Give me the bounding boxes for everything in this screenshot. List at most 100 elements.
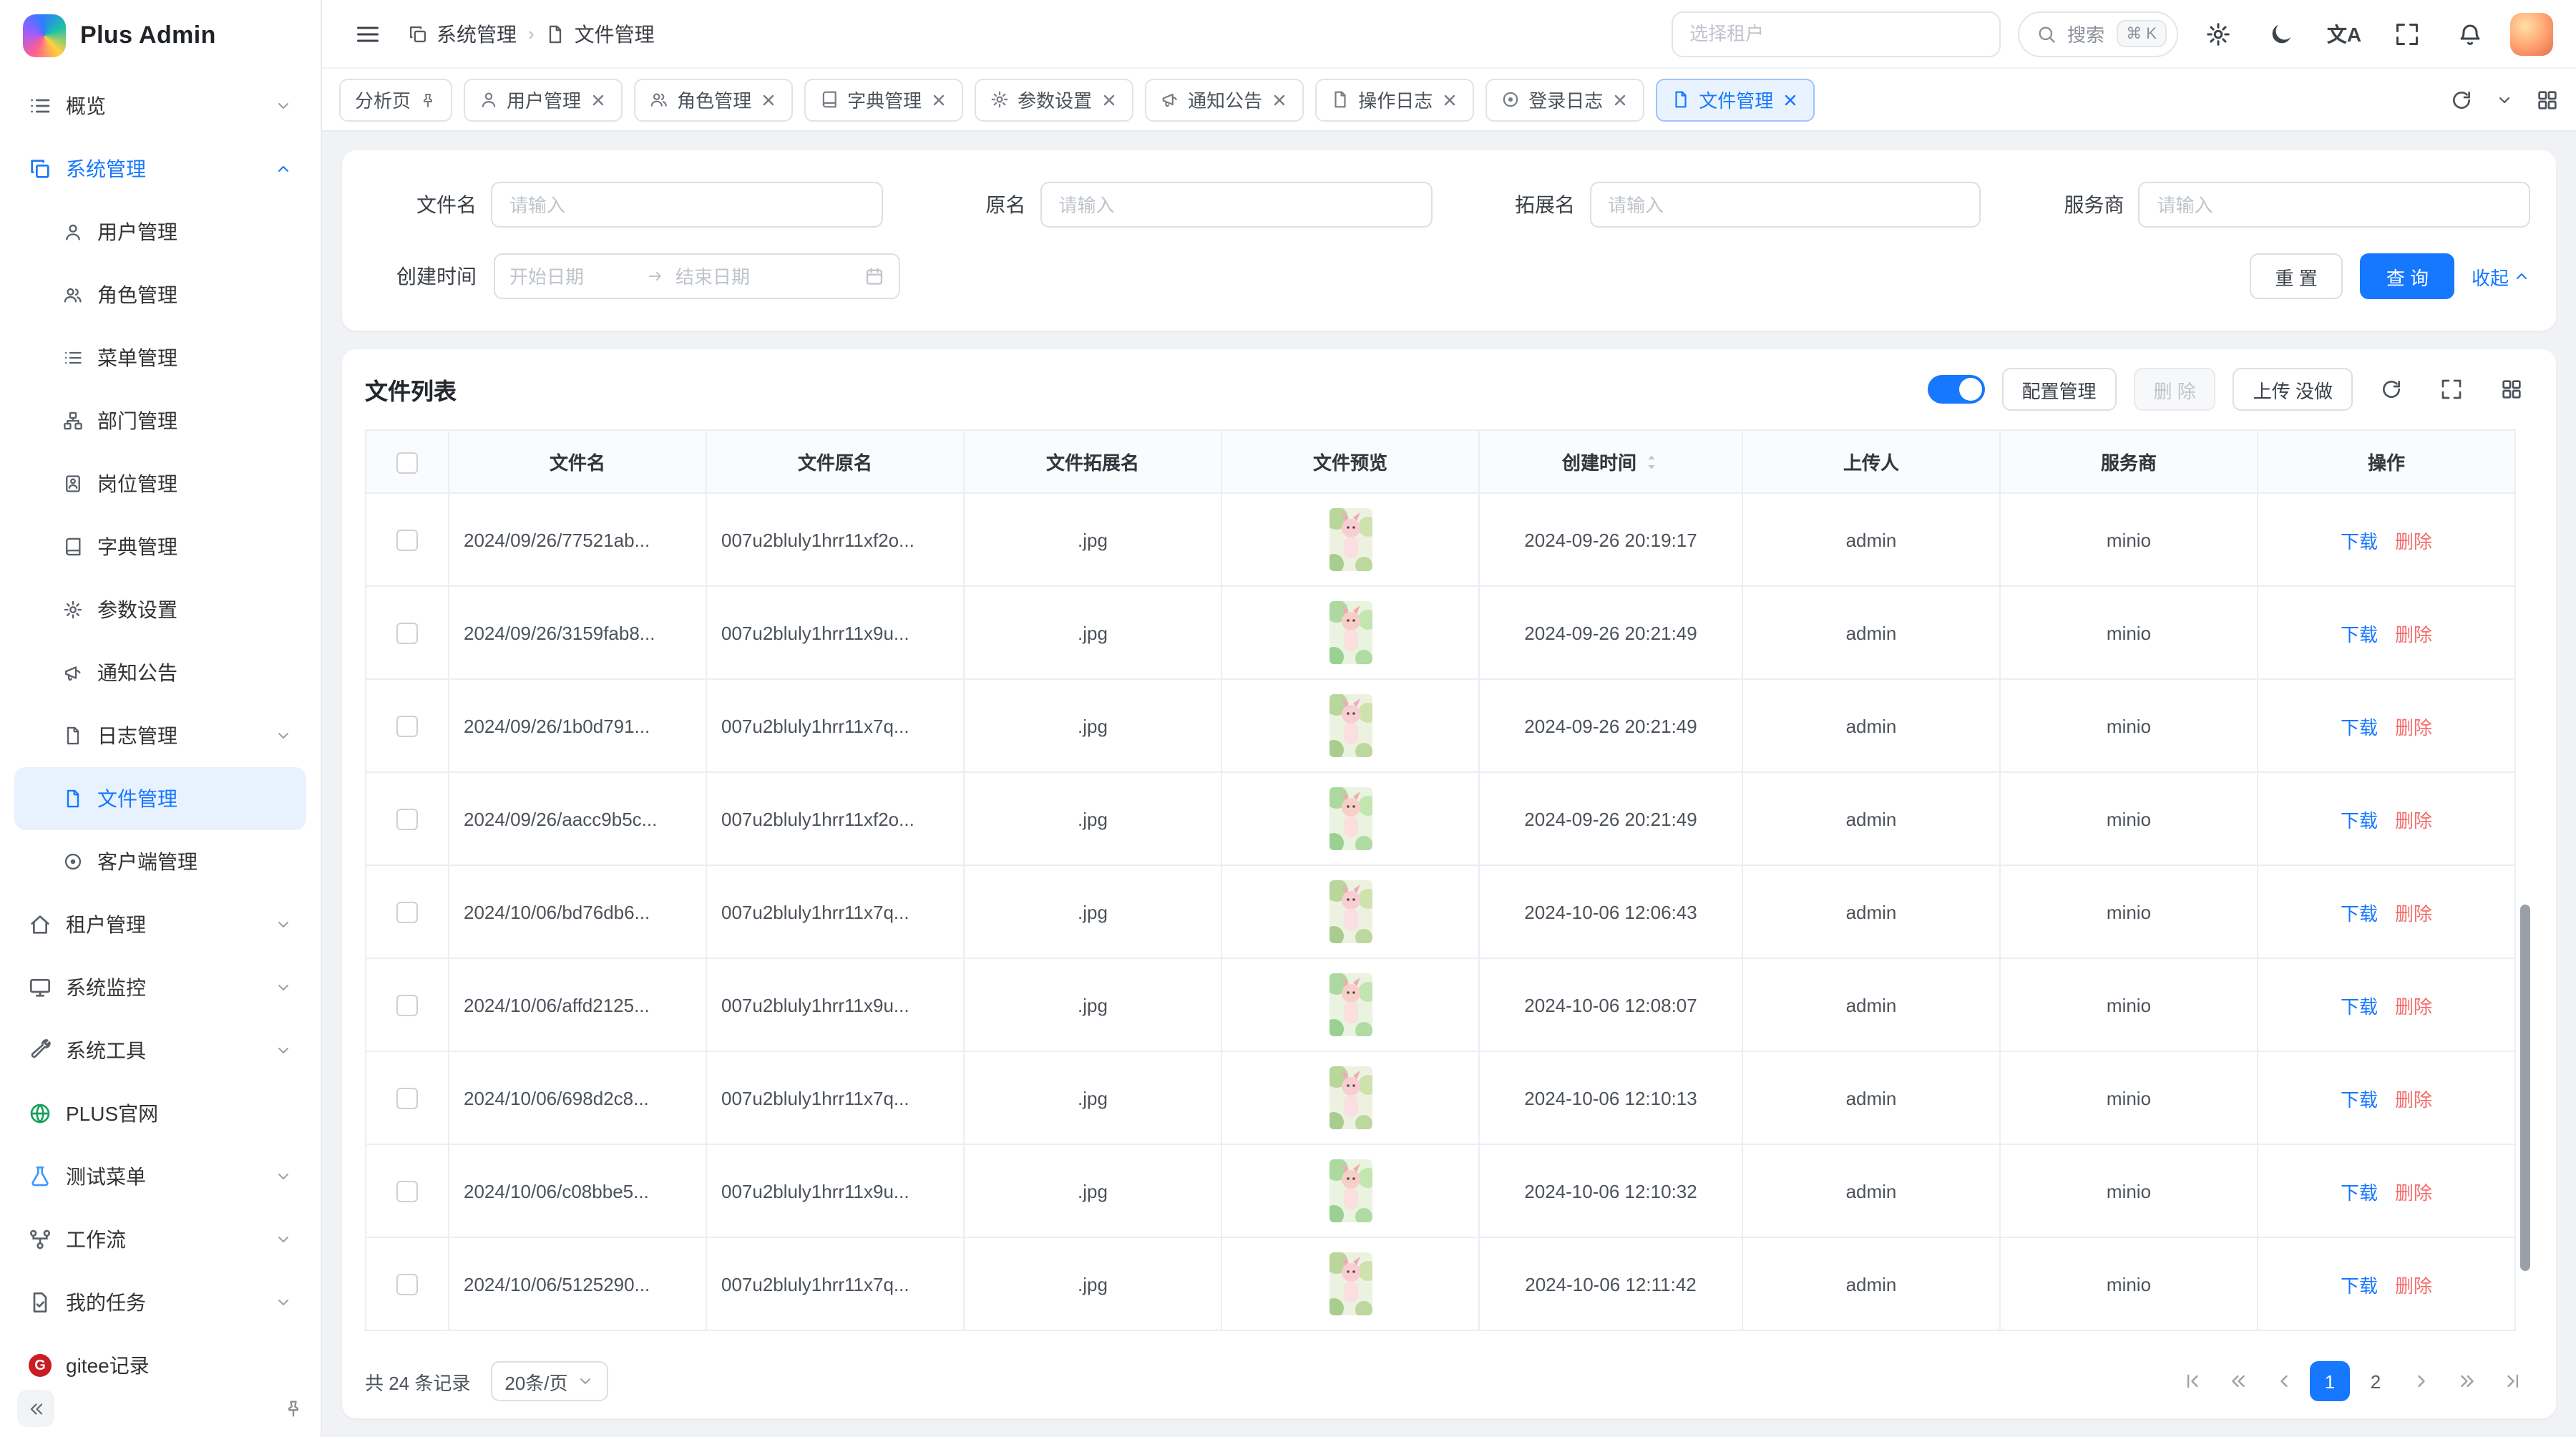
tab-roles[interactable]: 角色管理 [634, 78, 793, 121]
chevron-down-icon[interactable] [2496, 91, 2513, 108]
row-checkbox[interactable] [396, 1088, 418, 1109]
sidebar-item-positions[interactable]: 岗位管理 [14, 452, 306, 515]
breadcrumb-system[interactable]: 系统管理 [408, 19, 517, 48]
avatar[interactable] [2510, 12, 2553, 55]
row-checkbox[interactable] [396, 530, 418, 551]
sidebar-item-tenants[interactable]: 租户管理 [14, 893, 306, 956]
notifications-button[interactable] [2447, 11, 2493, 57]
download-link[interactable]: 下载 [2341, 530, 2378, 552]
delete-link[interactable]: 删除 [2395, 995, 2432, 1017]
pin-sidebar-button[interactable] [283, 1398, 303, 1418]
date-range-picker[interactable] [494, 253, 900, 299]
delete-link[interactable]: 删除 [2395, 1182, 2432, 1203]
upload-button[interactable]: 上传 没做 [2233, 368, 2353, 411]
file-preview-image[interactable] [1329, 508, 1372, 571]
select-all-checkbox[interactable] [396, 452, 418, 473]
file-preview-image[interactable] [1329, 787, 1372, 850]
next-jump-button[interactable] [2447, 1361, 2487, 1401]
row-checkbox[interactable] [396, 716, 418, 737]
row-checkbox[interactable] [396, 902, 418, 923]
download-link[interactable]: 下载 [2341, 902, 2378, 924]
sidebar-item-workflow[interactable]: 工作流 [14, 1208, 306, 1271]
delete-link[interactable]: 删除 [2395, 809, 2432, 831]
first-page-button[interactable] [2172, 1361, 2212, 1401]
close-icon[interactable] [1441, 91, 1458, 108]
sidebar-item-tools[interactable]: 系统工具 [14, 1019, 306, 1082]
tab-login-log[interactable]: 登录日志 [1485, 78, 1644, 121]
file-preview-image[interactable] [1329, 880, 1372, 943]
download-link[interactable]: 下载 [2341, 623, 2378, 645]
tenant-select-input[interactable] [1671, 11, 2000, 57]
last-page-button[interactable] [2493, 1361, 2533, 1401]
tab-analysis[interactable]: 分析页 [339, 78, 452, 121]
file-name-input[interactable] [491, 182, 883, 228]
tab-notices[interactable]: 通知公告 [1145, 78, 1304, 121]
row-checkbox[interactable] [396, 995, 418, 1016]
delete-link[interactable]: 删除 [2395, 1088, 2432, 1110]
file-preview-image[interactable] [1329, 601, 1372, 664]
sort-icon[interactable] [1642, 454, 1659, 471]
sidebar-item-parameters[interactable]: 参数设置 [14, 578, 306, 641]
delete-link[interactable]: 删除 [2395, 530, 2432, 552]
sidebar-item-roles[interactable]: 角色管理 [14, 263, 306, 326]
sidebar-item-plus-site[interactable]: PLUS官网 [14, 1082, 306, 1145]
close-icon[interactable] [1611, 91, 1629, 108]
original-name-input[interactable] [1040, 182, 1433, 228]
download-link[interactable]: 下载 [2341, 716, 2378, 738]
sidebar-item-users[interactable]: 用户管理 [14, 200, 306, 263]
prev-jump-button[interactable] [2218, 1361, 2258, 1401]
page-2-button[interactable]: 2 [2356, 1361, 2396, 1401]
tab-operation-log[interactable]: 操作日志 [1315, 78, 1474, 121]
sidebar-item-system[interactable]: 系统管理 [14, 137, 306, 200]
sidebar-item-menus[interactable]: 菜单管理 [14, 326, 306, 389]
global-search-button[interactable]: 搜索 ⌘ K [2017, 11, 2178, 57]
file-preview-image[interactable] [1329, 1252, 1372, 1315]
refresh-icon[interactable] [2450, 88, 2473, 111]
file-preview-image[interactable] [1329, 1159, 1372, 1222]
language-button[interactable]: 文A [2321, 11, 2367, 57]
close-icon[interactable] [1782, 91, 1799, 108]
download-link[interactable]: 下载 [2341, 1088, 2378, 1110]
logo[interactable]: Plus Admin [0, 0, 321, 72]
delete-link[interactable]: 删除 [2395, 716, 2432, 738]
sidebar-item-my-tasks[interactable]: 我的任务 [14, 1271, 306, 1334]
close-icon[interactable] [1101, 91, 1118, 108]
sidebar-item-logs[interactable]: 日志管理 [14, 704, 306, 767]
close-icon[interactable] [590, 91, 607, 108]
table-scrollbar[interactable] [2520, 905, 2530, 1271]
prev-page-button[interactable] [2264, 1361, 2304, 1401]
dark-mode-button[interactable] [2258, 11, 2304, 57]
row-checkbox[interactable] [396, 1274, 418, 1295]
provider-input[interactable] [2139, 182, 2531, 228]
settings-button[interactable] [2195, 11, 2241, 57]
file-preview-image[interactable] [1329, 694, 1372, 757]
next-page-button[interactable] [2401, 1361, 2441, 1401]
tab-dictionary[interactable]: 字典管理 [804, 78, 963, 121]
reset-button[interactable]: 重 置 [2249, 253, 2343, 299]
tab-users[interactable]: 用户管理 [464, 78, 623, 121]
close-icon[interactable] [1271, 91, 1288, 108]
hamburger-menu-button[interactable] [345, 11, 391, 57]
sidebar-item-files[interactable]: 文件管理 [14, 767, 306, 830]
sidebar-item-monitor[interactable]: 系统监控 [14, 956, 306, 1019]
fullscreen-table-button[interactable] [2430, 368, 2473, 411]
sidebar-item-overview[interactable]: 概览 [14, 74, 306, 137]
extension-input[interactable] [1589, 182, 1981, 228]
sidebar-item-gitee[interactable]: Ggitee记录 [14, 1334, 306, 1380]
download-link[interactable]: 下载 [2341, 995, 2378, 1017]
delete-button[interactable]: 删 除 [2134, 368, 2216, 411]
download-link[interactable]: 下载 [2341, 1275, 2378, 1296]
row-checkbox[interactable] [396, 809, 418, 830]
file-preview-image[interactable] [1329, 1066, 1372, 1129]
close-icon[interactable] [930, 91, 947, 108]
collapse-sidebar-button[interactable] [17, 1390, 54, 1427]
sidebar-item-test-menu[interactable]: 测试菜单 [14, 1145, 306, 1208]
config-manage-button[interactable]: 配置管理 [2001, 368, 2116, 411]
col-created[interactable]: 创建时间 [1479, 430, 1742, 493]
delete-link[interactable]: 删除 [2395, 623, 2432, 645]
end-date-input[interactable] [675, 266, 801, 287]
toggle-switch[interactable] [1927, 375, 1984, 404]
sidebar-item-clients[interactable]: 客户端管理 [14, 830, 306, 893]
row-checkbox[interactable] [396, 623, 418, 644]
tab-files[interactable]: 文件管理 [1656, 78, 1815, 121]
